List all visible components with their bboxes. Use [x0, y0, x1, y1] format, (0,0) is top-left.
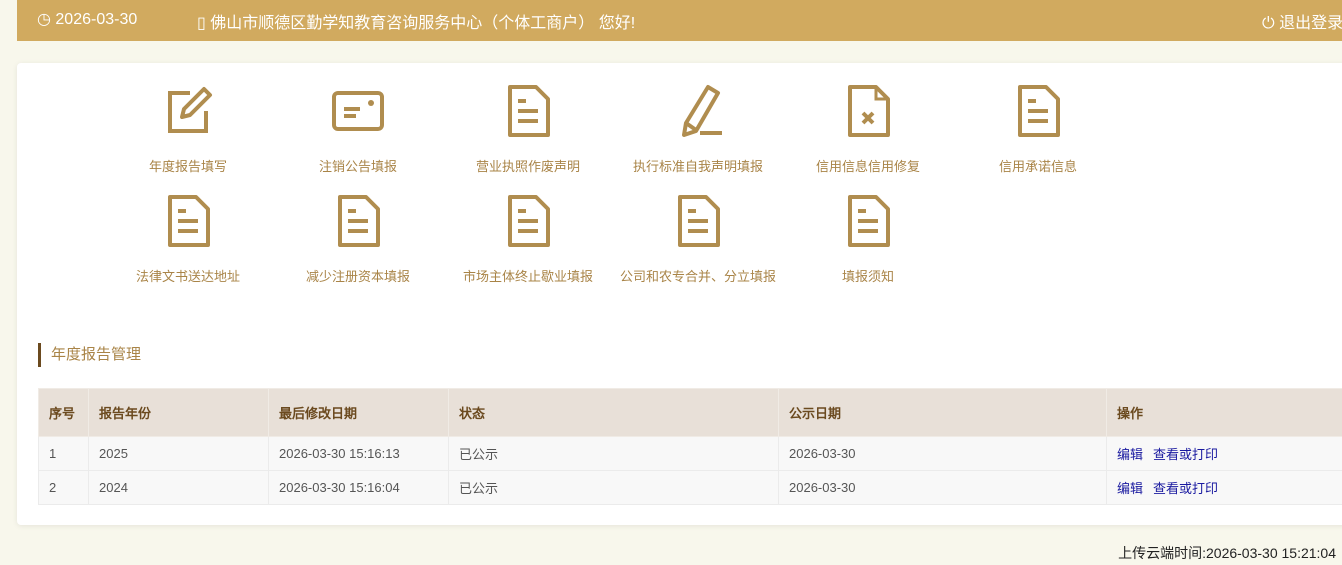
col-header: 序号 [38, 388, 89, 437]
cell-no: 1 [38, 436, 89, 471]
tile-2[interactable]: 注销公告填报 [273, 83, 443, 175]
table-row: 1 2025 2026-03-30 15:16:13 已公示 2026-03-3… [38, 436, 1342, 471]
tile-label: 减少注册资本填报 [305, 269, 410, 284]
view-print-link[interactable]: 查看或打印 [1153, 447, 1218, 462]
tile-1[interactable]: 年度报告填写 [103, 83, 273, 175]
cell-published: 2026-03-30 [778, 470, 1107, 505]
cell-year: 2025 [88, 436, 269, 471]
annual-report-table: 序号 报告年份 最后修改日期 状态 公示日期 操作 1 2025 2026-03… [38, 388, 1342, 505]
document-icon [443, 193, 613, 249]
pencil-icon [613, 83, 783, 139]
cell-actions: 编辑 查看或打印 [1106, 436, 1342, 471]
top-bar: ◷ 2026-03-30 ▯ 佛山市顺德区勤学知教育咨询服务中心（个体工商户） … [17, 0, 1342, 41]
cell-year: 2024 [88, 470, 269, 505]
tile-label: 公司和农专合并、分立填报 [619, 269, 776, 284]
cell-status: 已公示 [448, 470, 779, 505]
document-icon [443, 83, 613, 139]
edit-link[interactable]: 编辑 [1117, 447, 1143, 462]
view-print-link[interactable]: 查看或打印 [1153, 481, 1218, 496]
tile-6[interactable]: 信用承诺信息 [953, 83, 1123, 175]
cell-modified: 2026-03-30 15:16:13 [268, 436, 449, 471]
cell-status: 已公示 [448, 436, 779, 471]
col-header: 状态 [448, 388, 779, 437]
section-title: 年度报告管理 [38, 343, 141, 367]
tile-4[interactable]: 执行标准自我声明填报 [613, 83, 783, 175]
tile-label: 执行标准自我声明填报 [632, 159, 763, 174]
upload-time: 上传云端时间:2026-03-30 15:21:04 [1118, 545, 1336, 561]
document-icon [783, 193, 953, 249]
card-icon [273, 83, 443, 139]
edit-link[interactable]: 编辑 [1117, 481, 1143, 496]
tile-label: 市场主体终止歇业填报 [462, 269, 593, 284]
col-header: 公示日期 [778, 388, 1107, 437]
tile-label: 营业执照作废声明 [475, 159, 580, 174]
tile-9[interactable]: 市场主体终止歇业填报 [443, 193, 613, 285]
main-card: 年度报告填写 注销公告填报 营业执照作废声明 执行标准自我声明填报 信用信息信用修复 信用… [17, 63, 1342, 525]
tile-label: 填报须知 [841, 269, 894, 284]
document-icon [613, 193, 783, 249]
tile-11[interactable]: 填报须知 [783, 193, 953, 285]
tile-7[interactable]: 法律文书送达地址 [103, 193, 273, 285]
logout-button[interactable]: ⏻ 退出登录 [1262, 9, 1342, 33]
date-display: ◷ 2026-03-30 [37, 11, 138, 28]
edit-icon [103, 83, 273, 139]
tile-3[interactable]: 营业执照作废声明 [443, 83, 613, 175]
tile-label: 法律文书送达地址 [135, 269, 240, 284]
cell-modified: 2026-03-30 15:16:04 [268, 470, 449, 505]
tile-5[interactable]: 信用信息信用修复 [783, 83, 953, 175]
cell-no: 2 [38, 470, 89, 505]
tile-label: 注销公告填报 [318, 159, 397, 174]
greeting: ▯ 佛山市顺德区勤学知教育咨询服务中心（个体工商户） 您好! [197, 15, 636, 32]
tile-8[interactable]: 减少注册资本填报 [273, 193, 443, 285]
col-header: 报告年份 [88, 388, 269, 437]
cell-published: 2026-03-30 [778, 436, 1107, 471]
col-header: 最后修改日期 [268, 388, 449, 437]
document-icon [103, 193, 273, 249]
document-icon [953, 83, 1123, 139]
tile-label: 信用承诺信息 [998, 159, 1077, 174]
document-x-icon [783, 83, 953, 139]
tile-label: 年度报告填写 [148, 159, 227, 174]
cell-actions: 编辑 查看或打印 [1106, 470, 1342, 505]
table-row: 2 2024 2026-03-30 15:16:04 已公示 2026-03-3… [38, 470, 1342, 505]
col-header: 操作 [1106, 388, 1342, 437]
tile-10[interactable]: 公司和农专合并、分立填报 [613, 193, 783, 285]
document-icon [273, 193, 443, 249]
tile-label: 信用信息信用修复 [815, 159, 920, 174]
